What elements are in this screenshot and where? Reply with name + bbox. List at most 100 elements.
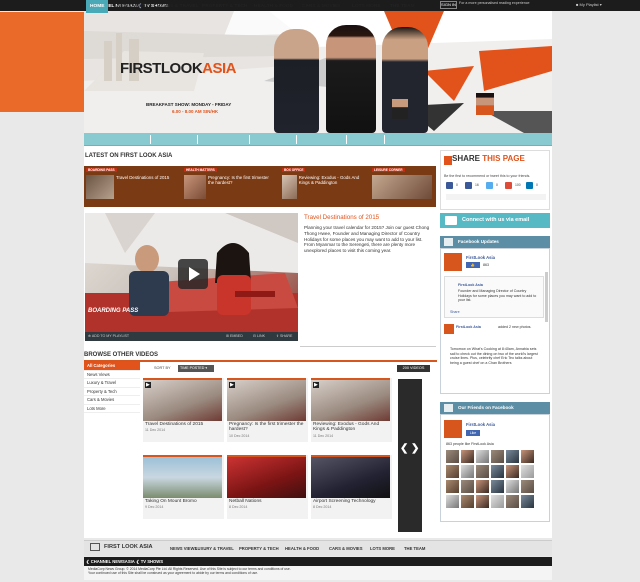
friend-avatar[interactable] <box>521 450 534 463</box>
share-arrow-icon <box>444 156 452 165</box>
latest-card-text: Reviewing: Exodus - Gods And Kings & Pad… <box>298 175 360 186</box>
nav-property-tech[interactable]: PROPERTY & TECH <box>202 0 248 13</box>
video-card[interactable]: Netball Nations 8 Dec 2014 <box>227 455 308 519</box>
friend-avatar[interactable] <box>491 465 504 478</box>
friend-avatar[interactable] <box>461 480 474 493</box>
category-luxury-travel[interactable]: Luxury & Travel <box>84 379 140 388</box>
sign-in-button[interactable]: SIGN IN <box>440 1 457 9</box>
facebook-page-name[interactable]: FirstLook Asia <box>466 255 495 260</box>
friends-like-button[interactable]: Like <box>466 430 480 436</box>
sort-value: TIME POSTED <box>180 366 205 370</box>
video-title: Taking On Mount Bromo <box>145 499 197 504</box>
friend-avatar[interactable] <box>476 480 489 493</box>
firstlook-asia-logo[interactable]: FIRSTLOOKASIA <box>120 60 237 77</box>
post-author[interactable]: FirstLook Asia <box>458 283 483 287</box>
footer-nav-cars-movies[interactable]: CARS & MOVIES <box>329 546 363 551</box>
footer-nav-lots-more[interactable]: LOTS MORE <box>370 546 395 551</box>
nav-home[interactable]: HOME <box>86 0 109 13</box>
video-card[interactable]: ▶ Pregnancy: Is the first trimester the … <box>227 378 308 442</box>
friend-avatar[interactable] <box>461 495 474 508</box>
friend-avatar[interactable] <box>476 450 489 463</box>
footer-shows-link[interactable]: ❮ TV SHOWS <box>136 559 163 564</box>
facebook-icon <box>444 404 453 412</box>
footer-nav-luxury-travel[interactable]: LUXURY & TRAVEL <box>195 546 234 551</box>
nav-news-views[interactable]: NEWS VIEWS <box>117 0 148 13</box>
nav-separator <box>249 135 250 144</box>
nav-separator <box>346 135 347 144</box>
video-card[interactable]: Airport Screening Technology 8 Dec 2014 <box>311 455 392 519</box>
latest-card[interactable]: HEALTH MATTERS Pregnancy: Is the first t… <box>184 166 276 207</box>
video-card[interactable]: ▶ Reviewing: Exodus - Gods And Kings & P… <box>311 378 392 442</box>
friend-avatar[interactable] <box>506 495 519 508</box>
friend-avatar[interactable] <box>506 450 519 463</box>
friend-avatar[interactable] <box>491 495 504 508</box>
footer-nav-the-team[interactable]: THE TEAM <box>404 546 425 551</box>
carousel-next-icon[interactable]: ❯ <box>411 443 419 454</box>
carousel-prev-icon[interactable]: ❮ <box>400 443 408 454</box>
category-all[interactable]: All Categories <box>84 362 140 371</box>
latest-card[interactable]: BOX OFFICE Reviewing: Exodus - Gods And … <box>282 166 366 207</box>
like-icon[interactable] <box>465 182 472 189</box>
friend-avatar[interactable] <box>476 465 489 478</box>
nav-health-food[interactable]: HEALTH & FOOD <box>254 0 293 13</box>
friend-avatar[interactable] <box>461 450 474 463</box>
friend-avatar[interactable] <box>461 465 474 478</box>
add-to-playlist-button[interactable]: ⊕ ADD TO MY PLAYLIST <box>88 334 129 338</box>
presenter-thumb-1 <box>392 99 408 119</box>
facebook-updates-header: Facebook Updates <box>440 236 550 248</box>
friend-avatar[interactable] <box>521 495 534 508</box>
video-thumbnail: ▶ <box>143 378 222 421</box>
logo-first: FIRSTLOOK <box>120 60 203 77</box>
friend-avatar[interactable] <box>446 450 459 463</box>
facebook-like-button[interactable]: 👍 <box>466 262 480 268</box>
category-lots-more[interactable]: Lots More <box>84 405 140 413</box>
featured-title[interactable]: Travel Destinations of 2015 <box>304 214 379 221</box>
play-button[interactable] <box>178 259 208 289</box>
nav-the-team[interactable]: THE TEAM <box>390 0 415 13</box>
friends-page-name[interactable]: FirstLook Asia <box>466 422 495 427</box>
nav-cars-movies[interactable]: CARS & MOVIES <box>302 0 340 13</box>
sort-select[interactable]: TIME POSTED ▾ <box>178 365 214 372</box>
friend-avatar[interactable] <box>506 465 519 478</box>
link-button[interactable]: ⊟ LINK <box>253 334 265 338</box>
post-share[interactable]: Share <box>450 310 460 315</box>
link-label: LINK <box>257 334 266 338</box>
friend-avatar[interactable] <box>491 450 504 463</box>
footer-channel-link[interactable]: ❮ CHANNEL NEWSASIA <box>86 559 135 564</box>
video-card[interactable]: Taking On Mount Bromo 9 Dec 2014 <box>143 455 224 519</box>
friend-avatar[interactable] <box>521 480 534 493</box>
footer-nav-health-food[interactable]: HEALTH & FOOD <box>285 546 319 551</box>
share-button[interactable]: ⇪ SHARE <box>276 334 292 338</box>
post2-meta: added 2 new photos. <box>498 325 532 329</box>
category-cars-movies[interactable]: Cars & Movies <box>84 396 140 405</box>
friend-avatar[interactable] <box>506 480 519 493</box>
footer-channel-label: CHANNEL NEWSASIA <box>90 559 135 564</box>
friend-avatar[interactable] <box>446 480 459 493</box>
footer-nav-news-views[interactable]: NEWS VIEWS <box>170 546 197 551</box>
embed-button[interactable]: ⊞ EMBED <box>226 334 243 338</box>
latest-card[interactable]: BOARDING PASS Travel Destinations of 201… <box>86 166 178 207</box>
footer-nav-property-tech[interactable]: PROPERTY & TECH <box>239 546 279 551</box>
latest-card[interactable]: LEISURE CORNER <box>372 166 436 207</box>
friend-avatar[interactable] <box>446 495 459 508</box>
friend-avatar[interactable] <box>476 495 489 508</box>
google-plus-icon[interactable] <box>505 182 512 189</box>
video-thumbnail <box>227 455 306 498</box>
friend-avatar[interactable] <box>446 465 459 478</box>
twitter-icon[interactable] <box>486 182 493 189</box>
linkedin-icon[interactable] <box>526 182 533 189</box>
video-card[interactable]: ▶ Travel Destinations of 2015 11 Dec 201… <box>143 378 224 442</box>
feed-scrollbar[interactable] <box>545 272 548 322</box>
category-news-views[interactable]: News Views <box>84 371 140 379</box>
friend-avatar[interactable] <box>491 480 504 493</box>
chevron-down-icon: ▾ <box>599 2 602 7</box>
category-property-tech[interactable]: Property & Tech <box>84 388 140 396</box>
nav-luxury-travel[interactable]: LUXURY & TRAVEL <box>154 0 198 13</box>
facebook-icon[interactable] <box>446 182 453 189</box>
footer-logo[interactable]: FIRST LOOK ASIA <box>104 544 153 550</box>
friend-avatar[interactable] <box>521 465 534 478</box>
my-playlist-link[interactable]: ■ My Playlist ▾ <box>576 2 602 7</box>
post2-author[interactable]: FirstLook Asia <box>456 325 481 329</box>
friends-header: Our Friends on Facebook <box>440 402 550 414</box>
nav-lots-more[interactable]: LOTS MORE <box>352 0 381 13</box>
